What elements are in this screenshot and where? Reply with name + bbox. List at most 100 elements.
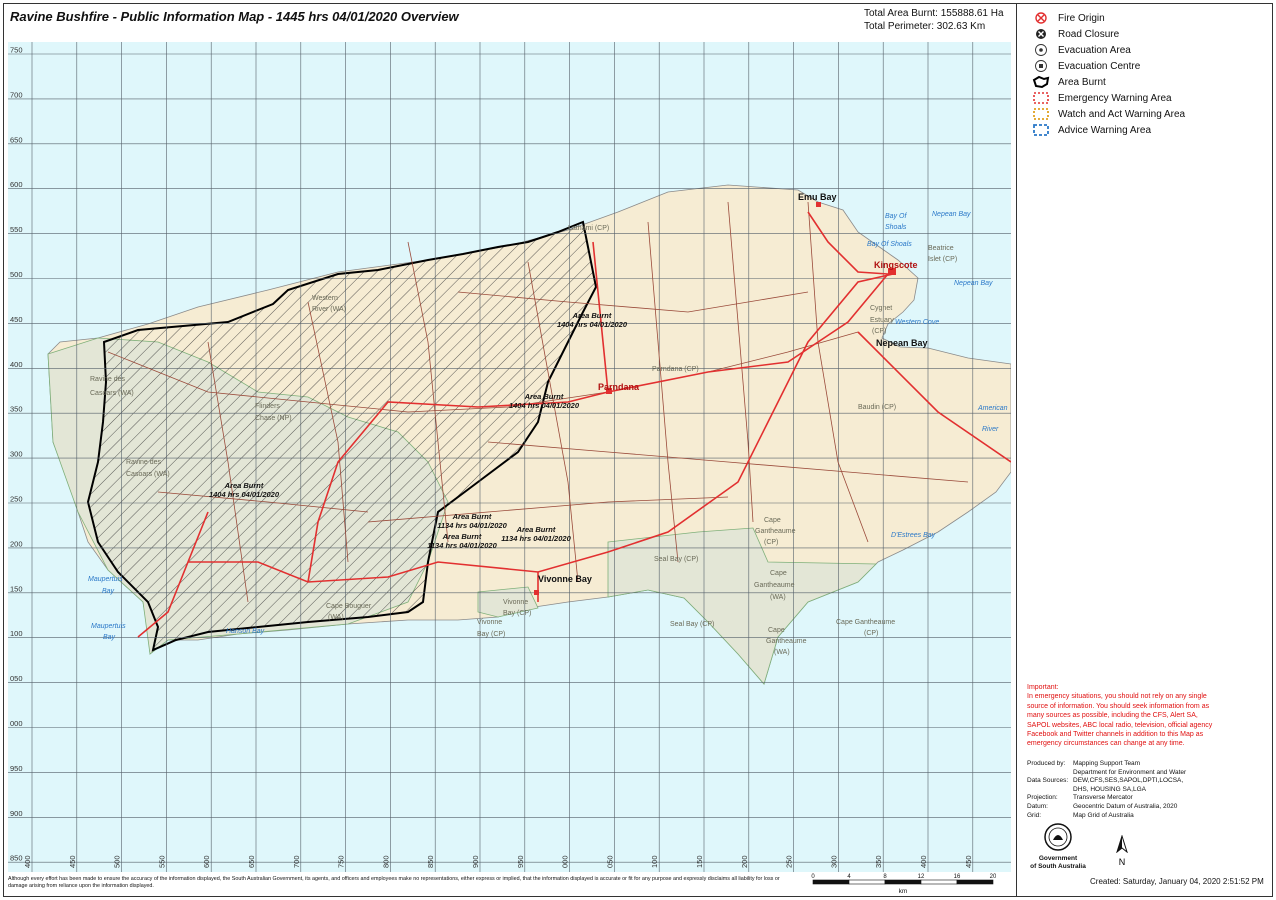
emergency-warning-icon xyxy=(1032,91,1050,105)
y-tick-label: 050 xyxy=(10,674,23,683)
evacuation-area-icon xyxy=(1032,43,1050,57)
x-tick-label: 450 xyxy=(68,855,77,868)
burn-label-time: 1134 hrs 04/01/2020 xyxy=(437,521,507,530)
place-label: Emu Bay xyxy=(798,192,837,202)
credit-row: Grid: Map Grid of Australia xyxy=(1027,812,1186,821)
legend-item-advice-warning: Advice Warning Area xyxy=(1032,122,1185,138)
x-tick-label: 050 xyxy=(605,855,614,868)
legend-label: Evacuation Centre xyxy=(1058,60,1141,72)
place-label: Baudin (CP) xyxy=(858,404,896,411)
x-tick-label: 650 xyxy=(247,855,256,868)
north-label: N xyxy=(1118,857,1126,867)
scale-tick-label: 4 xyxy=(847,874,851,880)
important-heading: Important: xyxy=(1027,684,1059,691)
place-label: Cape xyxy=(768,627,785,634)
place-label: Cygnet xyxy=(870,305,892,312)
y-tick-label: 500 xyxy=(10,270,23,279)
place-label: Flinders xyxy=(255,403,280,410)
burn-label-time: 1134 hrs 04/01/2020 xyxy=(501,534,571,543)
scale-segment xyxy=(956,879,994,885)
y-tick-label: 400 xyxy=(10,360,23,369)
y-tick-label: 000 xyxy=(10,719,23,728)
place-label: Gantheaume xyxy=(754,582,795,589)
place-label: Kingscote xyxy=(874,260,918,270)
legend-item-fire-origin: Fire Origin xyxy=(1032,10,1185,26)
y-tick-label: 950 xyxy=(10,764,23,773)
place-label: Cape Bouguer xyxy=(326,603,372,610)
x-tick-label: 450 xyxy=(964,855,973,868)
place-label: Hanson Bay xyxy=(226,628,265,635)
scale-tick-label: 8 xyxy=(883,874,887,880)
place-label: Nepean Bay xyxy=(932,211,971,218)
y-tick-label: 450 xyxy=(10,315,23,324)
credit-value: Map Grid of Australia xyxy=(1073,811,1134,819)
gov-line1: Government xyxy=(1038,855,1078,862)
evacuation-centre-icon xyxy=(1032,59,1050,73)
place-label: Bay Of xyxy=(885,213,907,220)
scale-tick-label: 20 xyxy=(990,874,996,880)
important-text: In emergency situations, you should not … xyxy=(1027,693,1213,748)
legend-item-area-burnt: Area Burnt xyxy=(1032,74,1185,90)
legend-item-emergency-warning: Emergency Warning Area xyxy=(1032,90,1185,106)
place-label: Bay (CP) xyxy=(503,610,531,617)
burn-label-title: Area Burnt xyxy=(224,481,264,490)
place-label: Estuary xyxy=(870,317,894,324)
y-tick-label: 350 xyxy=(10,405,23,414)
scale-segment xyxy=(884,879,922,885)
fire-map[interactable]: Emu Bay Kingscote Nepean Bay Parndana Vivonn… xyxy=(8,42,1011,872)
place-label: Cape Gantheaume xyxy=(836,619,895,626)
credit-key: Datum: xyxy=(1027,802,1048,810)
scale-segment xyxy=(920,879,958,885)
y-tick-label: 900 xyxy=(10,809,23,818)
x-tick-label: 150 xyxy=(695,855,704,868)
gov-sa-logo: Government of South Australia xyxy=(1030,822,1086,871)
place-label: Islet (CP) xyxy=(928,256,957,263)
legend-label: Advice Warning Area xyxy=(1058,124,1152,136)
credit-key xyxy=(1027,786,1073,795)
credit-row: Projection: Transverse Mercator xyxy=(1027,794,1186,803)
place-label: Vivonne xyxy=(477,619,502,626)
credit-value: DEW,CFS,SES,SAPOL,DPTI,LOCSA, xyxy=(1073,777,1184,785)
place-label: Vivonne xyxy=(503,599,528,606)
burn-label-time: 1134 hrs 04/01/2020 xyxy=(427,541,497,550)
credit-value: DHS, HOUSING SA,LGA xyxy=(1073,785,1146,793)
place-label: Beatrice xyxy=(928,245,954,252)
credit-value: Mapping Support Team xyxy=(1073,760,1141,767)
x-tick-label: 550 xyxy=(157,855,166,868)
credit-row: Department for Environment and Water xyxy=(1027,769,1186,778)
x-tick-label: 750 xyxy=(337,855,346,868)
place-label: Ravine des xyxy=(126,459,162,466)
place-label: Cape xyxy=(770,570,787,577)
legend-label: Fire Origin xyxy=(1058,12,1105,24)
place-label: D'Estrees Bay xyxy=(891,532,936,539)
x-tick-label: 400 xyxy=(23,855,32,868)
legend-label: Road Closure xyxy=(1058,28,1120,40)
advice-warning-icon xyxy=(1032,123,1050,137)
x-tick-label: 600 xyxy=(202,855,211,868)
legend-item-watch-and-act: Watch and Act Warning Area xyxy=(1032,106,1185,122)
place-label: Casoars (WA) xyxy=(90,390,134,397)
gov-line2: of South Australia xyxy=(1030,863,1086,870)
x-tick-label: 800 xyxy=(381,855,390,868)
credit-key: Produced by: xyxy=(1027,760,1066,767)
fire-origin-icon xyxy=(1032,11,1050,25)
credit-row: Datum: Geocentric Datum of Australia, 202… xyxy=(1027,803,1186,812)
place-label: Bay Of Shoals xyxy=(867,241,912,248)
place-label: Vivonne Bay xyxy=(538,574,592,584)
credit-value: Geocentric Datum of Australia, 2020 xyxy=(1073,802,1178,810)
place-label: Lathami (CP) xyxy=(568,225,609,232)
place-label: American xyxy=(977,405,1008,412)
place-label: Nepean Bay xyxy=(954,280,993,287)
vivonne-bay-marker xyxy=(534,590,539,595)
y-tick-label: 200 xyxy=(10,539,23,548)
x-tick-label: 950 xyxy=(516,855,525,868)
x-tick-label: 300 xyxy=(829,855,838,868)
place-label: River (WA) xyxy=(312,306,346,313)
scale-tick-label: 16 xyxy=(954,874,961,880)
legend-label: Watch and Act Warning Area xyxy=(1058,108,1186,120)
place-label: Shoals xyxy=(885,224,907,231)
emu-bay-marker xyxy=(816,202,821,207)
total-area-burnt: Total Area Burnt: 155888.61 Ha xyxy=(864,8,1004,19)
x-tick-label: 250 xyxy=(785,855,794,868)
disclaimer: Although every effort has been made to e… xyxy=(8,876,780,889)
